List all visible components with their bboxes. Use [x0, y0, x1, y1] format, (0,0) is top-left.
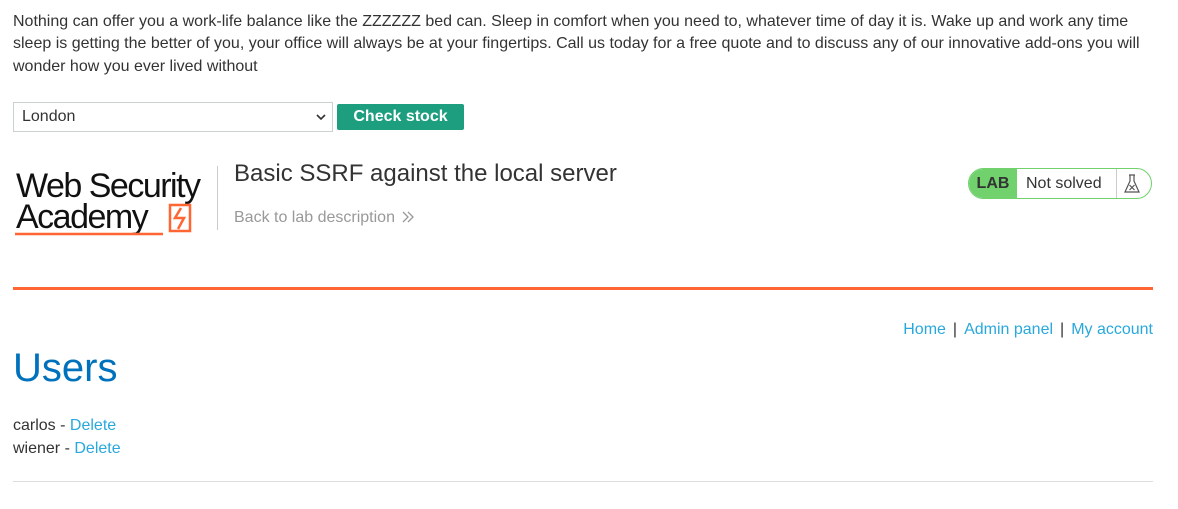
nav-separator: |	[952, 321, 958, 338]
username: wiener	[13, 440, 61, 457]
lab-badge: LAB	[969, 169, 1017, 198]
my-account-link[interactable]: My account	[1071, 321, 1153, 338]
delete-user-link[interactable]: Delete	[74, 440, 120, 457]
user-separator: -	[55, 417, 70, 434]
web-security-academy-logo[interactable]: Web Security Academy	[13, 166, 217, 240]
list-item: carlos - Delete	[13, 414, 121, 437]
double-chevron-right-icon	[401, 210, 415, 229]
logo-divider	[217, 166, 218, 230]
lab-status-widget: LAB Not solved	[968, 168, 1152, 199]
account-nav: Home | Admin panel | My account	[903, 321, 1153, 339]
delete-user-link[interactable]: Delete	[70, 417, 116, 434]
flask-icon	[1123, 174, 1141, 194]
user-separator: -	[60, 440, 75, 457]
nav-separator: |	[1060, 321, 1065, 338]
back-link-label: Back to lab description	[234, 209, 395, 226]
back-to-lab-description-link[interactable]: Back to lab description	[234, 209, 415, 229]
status-divider	[1116, 169, 1117, 198]
header-divider	[13, 287, 1153, 290]
page-title: Users	[13, 346, 118, 390]
admin-panel-link[interactable]: Admin panel	[964, 321, 1053, 338]
chevron-down-icon	[316, 103, 326, 141]
store-select[interactable]: London	[13, 102, 333, 132]
store-select-value: London	[22, 108, 76, 125]
home-link[interactable]: Home	[903, 321, 946, 338]
list-item: wiener - Delete	[13, 437, 121, 460]
lab-status-text: Not solved	[1026, 175, 1102, 192]
username: carlos	[13, 417, 56, 434]
svg-text:Academy: Academy	[16, 198, 149, 236]
footer-divider	[13, 481, 1153, 482]
lab-title: Basic SSRF against the local server	[234, 160, 617, 187]
user-list: carlos - Delete wiener - Delete	[13, 414, 121, 460]
product-description: Nothing can offer you a work-life balanc…	[13, 13, 1140, 75]
check-stock-button[interactable]: Check stock	[337, 104, 464, 130]
